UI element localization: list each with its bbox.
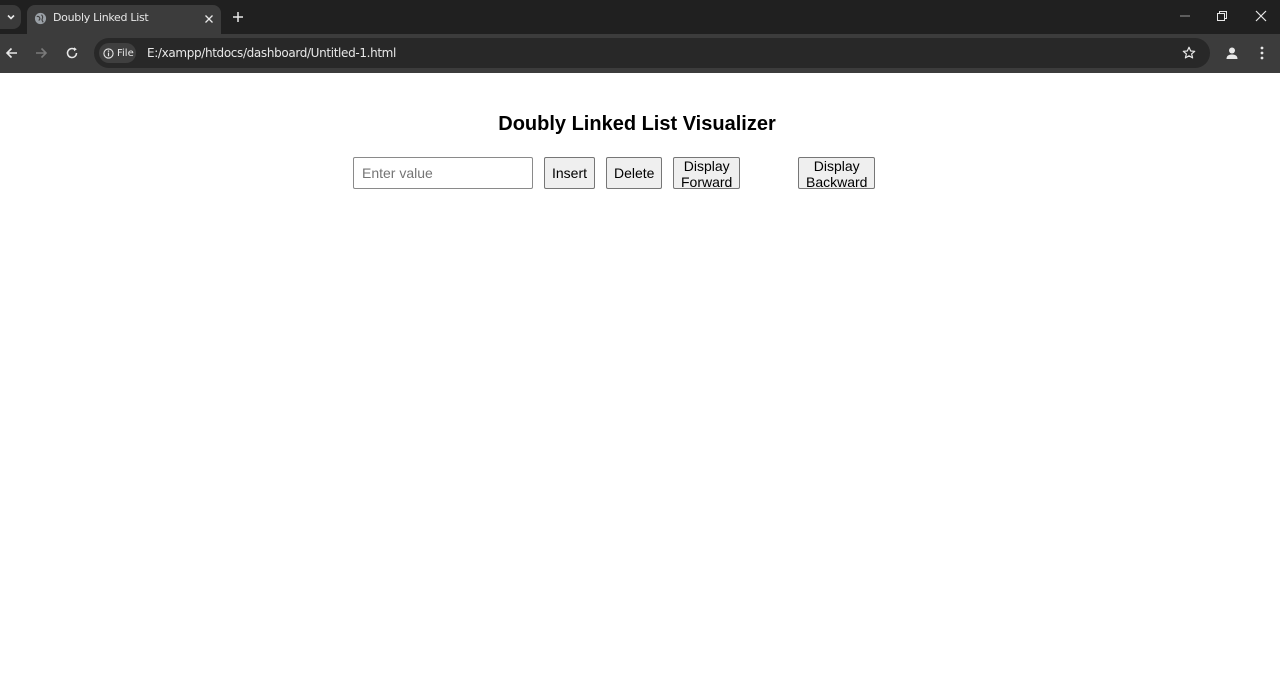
close-window-button[interactable]	[1250, 6, 1272, 26]
insert-button[interactable]: Insert	[544, 157, 596, 189]
close-icon	[1255, 10, 1267, 22]
profile-button[interactable]	[1222, 43, 1242, 63]
tab-search-button[interactable]	[0, 5, 21, 29]
star-icon	[1182, 46, 1196, 59]
browser-tab-bar: Doubly Linked List	[0, 0, 1280, 34]
browser-menu-button[interactable]	[1252, 43, 1272, 63]
info-icon	[103, 47, 114, 59]
globe-icon	[34, 12, 47, 25]
minimize-button[interactable]	[1174, 6, 1196, 26]
chevron-down-icon	[6, 14, 15, 20]
page-body: Doubly Linked List Visualizer Insert Del…	[0, 73, 1280, 677]
reload-button[interactable]	[62, 43, 82, 63]
display-backward-button[interactable]: Display Backward	[798, 157, 876, 190]
browser-toolbar: File E:/xampp/htdocs/dashboard/Untitled-…	[0, 34, 1280, 73]
person-icon	[1226, 47, 1238, 59]
bookmark-button[interactable]	[1181, 45, 1197, 61]
reload-icon	[66, 47, 78, 59]
new-tab-button[interactable]	[229, 8, 247, 26]
display-forward-button[interactable]: Display Forward	[673, 157, 741, 190]
arrow-left-icon	[5, 47, 17, 59]
tab-close-button[interactable]	[201, 11, 217, 27]
site-chip-label: File	[117, 47, 134, 59]
delete-button[interactable]: Delete	[606, 157, 663, 189]
restore-icon	[1217, 11, 1227, 21]
minimize-icon	[1180, 15, 1190, 17]
close-icon	[205, 15, 213, 23]
address-bar[interactable]: File E:/xampp/htdocs/dashboard/Untitled-…	[94, 38, 1210, 68]
value-input[interactable]	[353, 157, 533, 189]
restore-button[interactable]	[1211, 6, 1233, 26]
tab-title: Doubly Linked List	[53, 11, 149, 24]
kebab-menu-icon	[1260, 46, 1264, 60]
site-info-chip[interactable]: File	[99, 43, 136, 63]
page-title: Doubly Linked List Visualizer	[498, 113, 776, 135]
url-text[interactable]: E:/xampp/htdocs/dashboard/Untitled-1.htm…	[147, 46, 396, 60]
arrow-right-icon	[36, 47, 48, 59]
browser-tab-active[interactable]: Doubly Linked List	[27, 5, 221, 34]
plus-icon	[233, 12, 243, 22]
forward-button[interactable]	[31, 43, 51, 63]
back-button[interactable]	[2, 43, 22, 63]
